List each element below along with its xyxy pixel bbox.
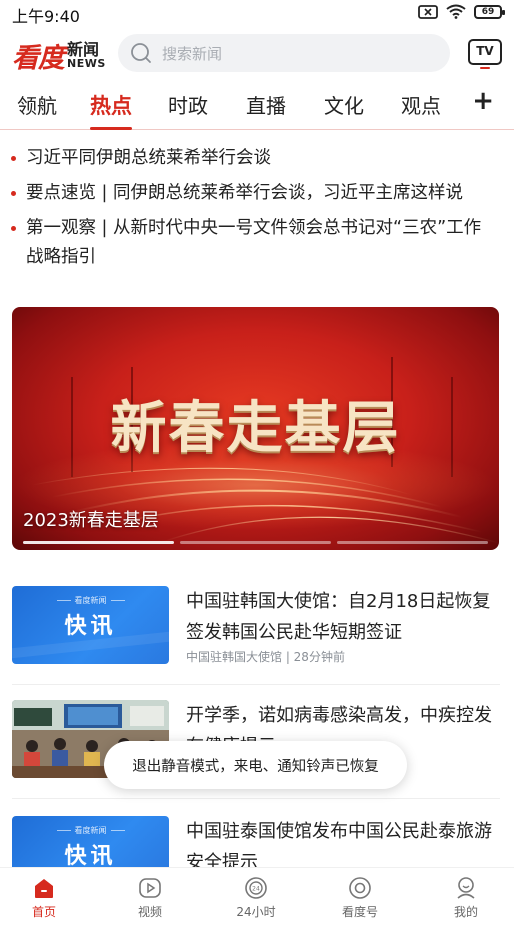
nav-mine[interactable]: 我的 <box>426 876 506 920</box>
clock-24-icon: 24 <box>245 877 267 899</box>
headline-item[interactable]: 要点速览 | 同伊朗总统莱希举行会谈，习近平主席这样说 <box>10 179 490 208</box>
app-header: 看度 新闻 NEWS 搜索新闻 TV <box>0 30 514 78</box>
status-icons: 69 <box>418 4 505 19</box>
nav-label: 视频 <box>137 905 162 919</box>
nav-video[interactable]: 视频 <box>110 876 190 920</box>
logo-en-text: NEWS <box>67 57 106 70</box>
status-time: 上午9:40 <box>12 7 80 26</box>
search-input[interactable]: 搜索新闻 <box>118 34 450 72</box>
tab-redian[interactable]: 热点 <box>90 90 132 130</box>
news-item[interactable]: 看度新闻 快讯 中国驻韩国大使馆：自2月18日起恢复签发韩国公民赴华短期签证 中… <box>12 586 502 676</box>
home-icon <box>35 879 53 898</box>
divider <box>12 798 500 799</box>
app-logo: 看度 新闻 NEWS <box>12 36 106 75</box>
news-meta: 中国驻韩国大使馆 | 28分钟前 <box>186 650 345 664</box>
add-tab-button[interactable]: + <box>472 86 494 116</box>
nav-label: 首页 <box>31 905 56 919</box>
banner-title: 新春走基层 <box>110 395 401 461</box>
thumb-label: 快讯 <box>64 844 117 869</box>
video-icon <box>139 878 161 898</box>
mute-icon <box>418 4 438 19</box>
logo-main-text: 看度 <box>12 43 65 74</box>
tab-zhibo[interactable]: 直播 <box>246 90 286 119</box>
wifi-icon <box>446 4 466 19</box>
news-title: 中国驻韩国大使馆：自2月18日起恢复签发韩国公民赴华短期签证 <box>186 591 491 643</box>
profile-icon <box>457 877 475 899</box>
nav-label: 看度号 <box>341 905 378 919</box>
tab-linghang[interactable]: 领航 <box>17 90 57 119</box>
search-placeholder: 搜索新闻 <box>162 44 223 63</box>
nav-label: 24小时 <box>236 905 276 919</box>
headline-list: 习近平同伊朗总统莱希举行会谈 要点速览 | 同伊朗总统莱希举行会谈，习近平主席这… <box>10 144 490 278</box>
battery-icon: 69 <box>474 4 505 19</box>
tv-button[interactable]: TV <box>468 39 502 69</box>
status-bar: 上午9:40 69 <box>0 0 514 26</box>
banner-indicator <box>23 541 488 544</box>
banner-dot <box>180 541 331 544</box>
banner-dot <box>23 541 174 544</box>
banner-dot <box>337 541 488 544</box>
nav-24h[interactable]: 24 24小时 <box>216 876 296 920</box>
nav-home[interactable]: 首页 <box>4 876 84 920</box>
thumb-brand: 看度新闻 <box>12 595 169 606</box>
news-thumbnail: 看度新闻 快讯 <box>12 586 169 664</box>
nav-kandu-hao[interactable]: 看度号 <box>320 876 400 920</box>
svg-text:24: 24 <box>252 886 260 893</box>
search-icon <box>131 43 151 63</box>
headline-item[interactable]: 第一观察 | 从新时代中央一号文件领会总书记对“三农”工作战略指引 <box>10 214 490 272</box>
divider <box>12 684 500 685</box>
tab-guandian[interactable]: 观点 <box>401 90 441 119</box>
headline-item[interactable]: 习近平同伊朗总统莱希举行会谈 <box>10 144 490 173</box>
toast-message: 退出静音模式，来电、通知铃声已恢复 <box>104 741 407 789</box>
news-thumbnail: 看度新闻 快讯 <box>12 816 169 872</box>
bottom-nav: 首页 视频 24 24小时 看度号 我的 <box>0 867 514 925</box>
channel-tabs: 领航 热点 时政 直播 文化 观点 + <box>0 86 514 130</box>
banner-caption: 2023新春走基层 <box>23 510 159 531</box>
thumb-brand: 看度新闻 <box>12 825 169 836</box>
nav-label: 我的 <box>453 905 478 919</box>
account-icon <box>349 877 371 899</box>
tab-shizheng[interactable]: 时政 <box>168 90 208 119</box>
tab-wenhua[interactable]: 文化 <box>324 90 364 119</box>
logo-cn-text: 新闻 <box>67 40 100 59</box>
feature-banner[interactable]: 新春走基层 2023新春走基层 <box>12 307 499 550</box>
